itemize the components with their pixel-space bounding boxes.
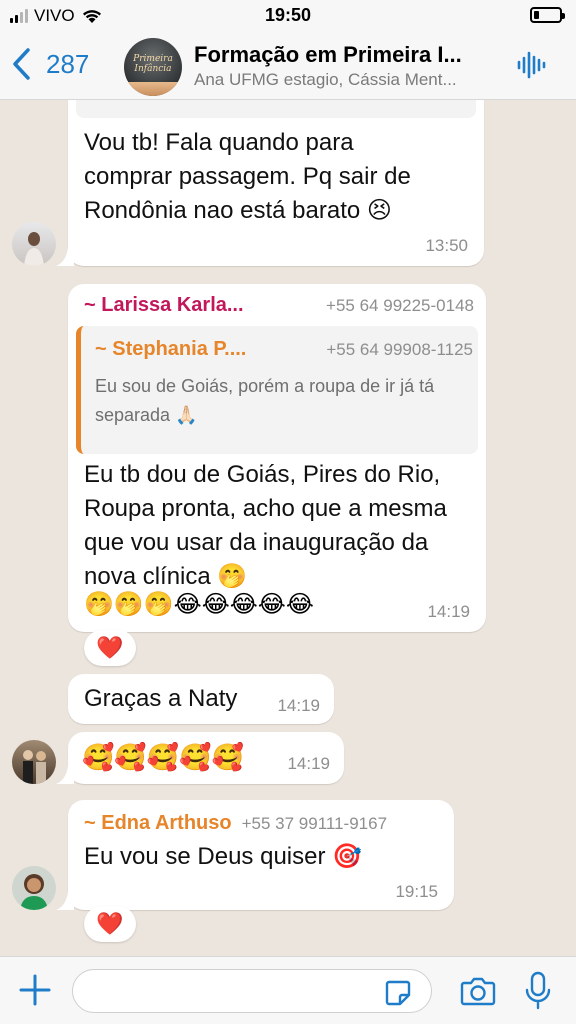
camera-icon[interactable] [460, 975, 496, 1007]
battery-icon [530, 7, 565, 23]
message-emojis: 🥰🥰🥰🥰🥰 [82, 742, 244, 772]
message-input[interactable] [72, 969, 432, 1013]
avatar-logo-text: Primeira Infância [133, 54, 173, 74]
message-time: 14:19 [277, 696, 320, 715]
bubble-tail [56, 892, 74, 910]
chat-header: 287 Primeira Infância Formação em Primei… [0, 32, 576, 100]
message-bubble[interactable]: Graças a Naty 14:19 [68, 674, 334, 724]
avatar[interactable] [12, 740, 56, 784]
quoted-message-remnant [76, 100, 476, 118]
message-bubble[interactable]: ~ Larissa Karla... +55 64 99225-0148 ~ S… [68, 284, 486, 632]
quoted-sender: ~ Stephania P.... [95, 338, 247, 360]
heart-reaction[interactable]: ❤️ [84, 906, 136, 942]
composer-bar [0, 956, 576, 1024]
sender-phone: +55 37 99111-9167 [241, 814, 388, 833]
message-text: Eu vou se Deus quiser 🎯 [84, 843, 363, 870]
bubble-tail [56, 248, 74, 266]
bubble-tail [56, 766, 74, 784]
heart-reaction[interactable]: ❤️ [84, 630, 136, 666]
quoted-message[interactable]: ~ Stephania P.... +55 64 99908-1125 Eu s… [76, 326, 478, 454]
quoted-text: Eu sou de Goiás, porém a roupa de ir já … [95, 376, 435, 425]
sender-phone: +55 64 99225-0148 [326, 296, 474, 315]
message-time: 14:19 [287, 754, 330, 773]
sticker-icon[interactable] [384, 979, 412, 1007]
sender-name[interactable]: ~ Edna Arthuso [84, 812, 232, 835]
quoted-phone: +55 64 99908-1125 [326, 340, 473, 359]
group-participants[interactable]: Ana UFMG estagio, Cássia Ment... [194, 70, 494, 90]
message-header: ~ Edna Arthuso +55 37 99111-9167 [84, 812, 387, 835]
heart-icon: ❤️ [96, 911, 124, 936]
clock: 19:50 [264, 5, 312, 25]
group-avatar[interactable]: Primeira Infância [124, 38, 182, 96]
message-bubble[interactable]: 🥰🥰🥰🥰🥰 14:19 [68, 732, 344, 784]
message-time: 14:19 [427, 602, 470, 621]
voice-waveform-icon[interactable] [516, 50, 546, 80]
heart-icon: ❤️ [96, 635, 124, 660]
unread-count: 287 [46, 48, 90, 79]
message-text: Eu tb dou de Goiás, Pires do Rio, Roupa … [84, 461, 447, 590]
avatar[interactable] [12, 866, 56, 910]
avatar[interactable] [12, 222, 56, 266]
message-text: Vou tb! Fala quando para comprar passage… [84, 129, 411, 224]
chat-area[interactable]: Vou tb! Fala quando para comprar passage… [0, 100, 576, 956]
plus-icon[interactable] [18, 973, 52, 1007]
message-header: ~ Larissa Karla... +55 64 99225-0148 [84, 294, 474, 317]
status-bar: VIVO 19:50 [0, 0, 576, 32]
message-text: Graças a Naty [84, 685, 238, 712]
group-name[interactable]: Formação em Primeira I... [194, 42, 494, 68]
back-button[interactable]: 287 [10, 46, 89, 82]
message-time: 13:50 [425, 236, 468, 255]
microphone-icon[interactable] [524, 971, 552, 1011]
sender-name[interactable]: ~ Larissa Karla... [84, 294, 244, 317]
message-emojis: 🤭🤭🤭😂😂😂😂😂 [84, 591, 314, 618]
message-time: 19:15 [395, 882, 438, 901]
message-bubble[interactable]: ~ Edna Arthuso +55 37 99111-9167 Eu vou … [68, 800, 454, 910]
back-chevron-icon [13, 48, 30, 80]
message-bubble[interactable]: Vou tb! Fala quando para comprar passage… [68, 100, 484, 266]
